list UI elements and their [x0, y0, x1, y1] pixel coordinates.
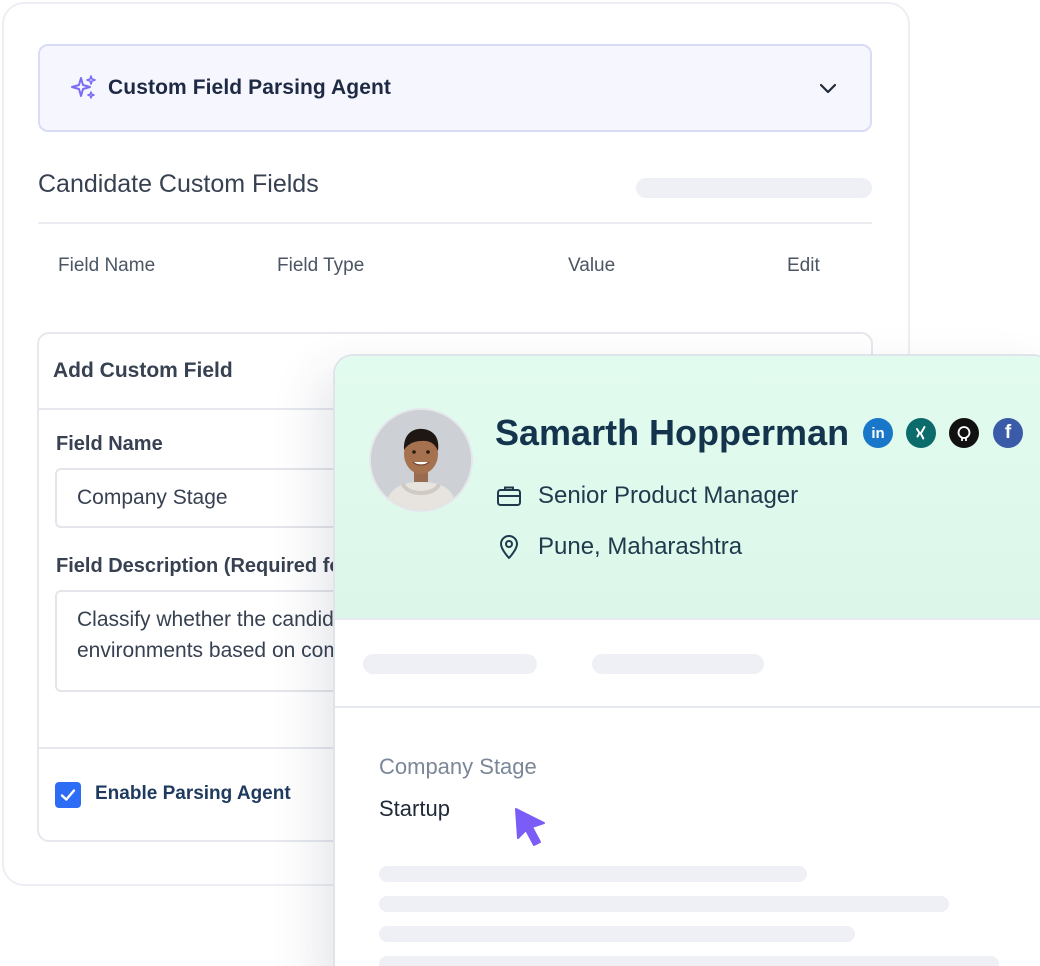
column-header-value[interactable]: Value [568, 255, 615, 277]
section-divider [38, 222, 872, 224]
custom-field-value: Startup [379, 796, 450, 821]
skeleton-line [379, 866, 807, 882]
location: Pune, Maharashtra [538, 533, 743, 560]
job-title-row: Senior Product Manager [495, 482, 798, 510]
column-header-edit[interactable]: Edit [787, 255, 820, 277]
linkedin-icon[interactable]: in [863, 418, 893, 448]
facebook-icon[interactable]: f [993, 418, 1023, 448]
candidate-name: Samarth Hopperman [495, 412, 850, 453]
column-header-field-type[interactable]: Field Type [277, 255, 364, 277]
linkedin-glyph: in [871, 424, 885, 442]
xing-icon[interactable] [906, 418, 936, 448]
chevron-down-icon[interactable] [816, 76, 840, 100]
job-title: Senior Product Manager [538, 482, 799, 509]
sparkle-icon [70, 74, 98, 102]
facebook-glyph: f [1004, 422, 1012, 443]
enable-parsing-checkbox[interactable] [55, 782, 81, 808]
add-field-title: Add Custom Field [53, 359, 233, 382]
column-header-field-name[interactable]: Field Name [58, 255, 155, 277]
skeleton-bar [636, 178, 872, 198]
briefcase-icon [495, 482, 523, 510]
card-divider [335, 706, 1040, 708]
skeleton-tab [363, 654, 537, 674]
avatar [369, 408, 473, 512]
location-row: Pune, Maharashtra [495, 533, 742, 561]
github-icon[interactable] [949, 418, 979, 448]
skeleton-line [379, 926, 855, 942]
skeleton-tab [592, 654, 764, 674]
skeleton-line [379, 956, 999, 966]
section-title: Candidate Custom Fields [38, 170, 319, 198]
candidate-profile-card: Samarth Hopperman in f Senior Product Ma… [333, 354, 1040, 966]
parsing-agent-accordion[interactable]: Custom Field Parsing Agent [38, 44, 872, 132]
agent-title: Custom Field Parsing Agent [108, 76, 392, 99]
location-pin-icon [495, 533, 523, 561]
custom-field-label: Company Stage [379, 754, 537, 779]
enable-parsing-label[interactable]: Enable Parsing Agent [95, 783, 291, 805]
profile-header: Samarth Hopperman in f Senior Product Ma… [335, 356, 1040, 620]
cursor-icon [515, 808, 545, 846]
check-icon [60, 789, 76, 801]
field-name-label: Field Name [56, 433, 163, 455]
skeleton-line [379, 896, 949, 912]
